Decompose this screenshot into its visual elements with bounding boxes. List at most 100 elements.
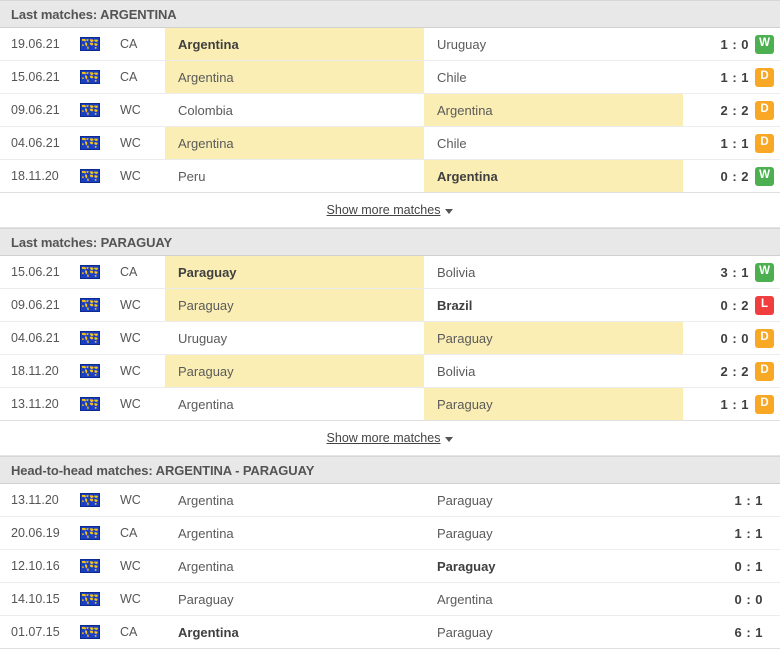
home-team[interactable]: Colombia (165, 94, 424, 126)
away-team[interactable]: Paraguay (424, 484, 683, 516)
home-team[interactable]: Argentina (165, 28, 424, 60)
home-team[interactable]: Argentina (165, 388, 424, 420)
match-score: 1 : 1 (720, 135, 749, 151)
home-team[interactable]: Argentina (165, 517, 424, 549)
match-table-head-to-head-argentina-paraguay: 13.11.20 WC Argentina Paraguay 1 : 1 20.06.19… (0, 484, 780, 649)
match-date: 20.06.19 (11, 526, 60, 540)
home-team[interactable]: Peru (165, 160, 424, 192)
away-team[interactable]: Chile (424, 127, 683, 159)
table-row[interactable]: 18.11.20 WC Peru Argentina 0 : 2 W (0, 160, 780, 193)
table-row[interactable]: 12.10.16 WC Argentina Paraguay 0 : 1 (0, 550, 780, 583)
world-map-icon (80, 298, 100, 312)
status-badge: D (755, 133, 774, 153)
world-map-icon (80, 397, 100, 411)
competition-label: WC (120, 559, 141, 573)
away-team[interactable]: Paraguay (424, 550, 683, 582)
match-score: 1 : 0 (720, 36, 749, 52)
away-team[interactable]: Argentina (424, 94, 683, 126)
home-team[interactable]: Paraguay (165, 289, 424, 321)
home-team[interactable]: Paraguay (165, 583, 424, 615)
match-score: 0 : 1 (734, 558, 763, 574)
away-team[interactable]: Paraguay (424, 517, 683, 549)
competition-icon-cell (80, 61, 120, 93)
competition-label: WC (120, 136, 141, 150)
match-table-last-matches-paraguay: 15.06.21 CA Paraguay Bolivia 3 : 1 W 09.06.21 W… (0, 256, 780, 421)
competition-label: CA (120, 625, 138, 639)
result-badge-cell: W (749, 160, 780, 192)
competition-label: CA (120, 70, 138, 84)
away-team[interactable]: Paraguay (424, 616, 683, 648)
section-title: Head-to-head matches: ARGENTINA - PARAGU… (11, 462, 315, 478)
chevron-down-icon (445, 208, 454, 214)
competition-label: WC (120, 397, 141, 411)
result-badge-cell: D (749, 94, 780, 126)
match-score: 0 : 0 (720, 330, 749, 346)
table-row[interactable]: 14.10.15 WC Paraguay Argentina 0 : 0 (0, 583, 780, 616)
table-row[interactable]: 15.06.21 CA Argentina Chile 1 : 1 D (0, 61, 780, 94)
away-team[interactable]: Argentina (424, 160, 683, 192)
competition-icon-cell (80, 160, 120, 192)
table-row[interactable]: 01.07.15 CA Argentina Paraguay 6 : 1 (0, 616, 780, 649)
away-team[interactable]: Brazil (424, 289, 683, 321)
home-team[interactable]: Paraguay (165, 256, 424, 288)
home-team[interactable]: Argentina (165, 616, 424, 648)
result-badge-cell: D (749, 355, 780, 387)
competition-icon-cell (80, 388, 120, 420)
match-date: 04.06.21 (11, 331, 60, 345)
home-team[interactable]: Argentina (165, 484, 424, 516)
status-badge: W (755, 34, 774, 54)
away-team[interactable]: Chile (424, 61, 683, 93)
table-row[interactable]: 20.06.19 CA Argentina Paraguay 1 : 1 (0, 517, 780, 550)
section-header-head-to-head-argentina-paraguay: Head-to-head matches: ARGENTINA - PARAGU… (0, 456, 780, 484)
table-row[interactable]: 18.11.20 WC Paraguay Bolivia 2 : 2 D (0, 355, 780, 388)
competition-icon-cell (80, 355, 120, 387)
home-team[interactable]: Argentina (165, 61, 424, 93)
away-team[interactable]: Uruguay (424, 28, 683, 60)
home-team[interactable]: Argentina (165, 127, 424, 159)
show-more-matches-link[interactable]: Show more matches (327, 203, 454, 217)
world-map-icon (80, 526, 100, 540)
table-row[interactable]: 15.06.21 CA Paraguay Bolivia 3 : 1 W (0, 256, 780, 289)
competition-icon-cell (80, 550, 120, 582)
match-score: 6 : 1 (734, 624, 763, 640)
home-team[interactable]: Uruguay (165, 322, 424, 354)
table-row[interactable]: 04.06.21 WC Uruguay Paraguay 0 : 0 D (0, 322, 780, 355)
home-team[interactable]: Paraguay (165, 355, 424, 387)
table-row[interactable]: 13.11.20 WC Argentina Paraguay 1 : 1 (0, 484, 780, 517)
home-team[interactable]: Argentina (165, 550, 424, 582)
table-row[interactable]: 13.11.20 WC Argentina Paraguay 1 : 1 D (0, 388, 780, 421)
world-map-icon (80, 364, 100, 378)
away-team[interactable]: Paraguay (424, 322, 683, 354)
away-team[interactable]: Bolivia (424, 256, 683, 288)
result-badge-cell: D (749, 322, 780, 354)
competition-label: WC (120, 298, 141, 312)
competition-icon-cell (80, 484, 120, 516)
match-date: 09.06.21 (11, 103, 60, 117)
match-date: 13.11.20 (11, 493, 59, 507)
match-date: 18.11.20 (11, 364, 59, 378)
competition-icon-cell (80, 289, 120, 321)
match-score: 2 : 2 (720, 363, 749, 379)
world-map-icon (80, 493, 100, 507)
competition-icon-cell (80, 616, 120, 648)
match-date: 12.10.16 (11, 559, 60, 573)
show-more-matches-link[interactable]: Show more matches (327, 431, 454, 445)
table-row[interactable]: 04.06.21 WC Argentina Chile 1 : 1 D (0, 127, 780, 160)
table-row[interactable]: 09.06.21 WC Colombia Argentina 2 : 2 D (0, 94, 780, 127)
status-badge: W (755, 166, 774, 186)
away-team[interactable]: Bolivia (424, 355, 683, 387)
status-badge: D (755, 394, 774, 414)
result-badge-cell: D (749, 388, 780, 420)
away-team[interactable]: Paraguay (424, 388, 683, 420)
match-date: 13.11.20 (11, 397, 59, 411)
match-score: 0 : 2 (720, 297, 749, 313)
result-badge-cell: D (749, 127, 780, 159)
section-header-last-matches-paraguay: Last matches: PARAGUAY (0, 228, 780, 256)
world-map-icon (80, 559, 100, 573)
table-row[interactable]: 19.06.21 CA Argentina Uruguay 1 : 0 W (0, 28, 780, 61)
competition-icon-cell (80, 94, 120, 126)
competition-icon-cell (80, 322, 120, 354)
world-map-icon (80, 37, 100, 51)
away-team[interactable]: Argentina (424, 583, 683, 615)
table-row[interactable]: 09.06.21 WC Paraguay Brazil 0 : 2 L (0, 289, 780, 322)
